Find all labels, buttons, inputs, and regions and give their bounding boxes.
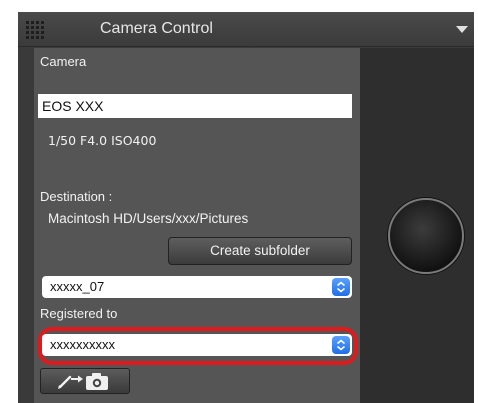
- create-subfolder-button[interactable]: Create subfolder: [168, 237, 352, 265]
- up-down-chevron-icon[interactable]: [332, 278, 350, 296]
- subfolder-select[interactable]: xxxxx_07: [42, 276, 352, 298]
- panel-titlebar[interactable]: Camera Control: [18, 12, 474, 47]
- control-dial[interactable]: [388, 198, 464, 274]
- registered-owner-select[interactable]: xxxxxxxxxx: [42, 334, 352, 356]
- triangle-down-icon[interactable]: [456, 26, 468, 33]
- destination-path: Macintosh HD/Users/xxx/Pictures: [48, 211, 249, 226]
- destination-label: Destination :: [40, 189, 113, 204]
- transfer-to-camera-button[interactable]: [40, 368, 130, 394]
- panel-title: Camera Control: [100, 20, 213, 37]
- camera-label: Camera: [40, 54, 87, 69]
- pen-arrow-camera-icon: [58, 373, 108, 390]
- up-down-chevron-icon[interactable]: [332, 336, 350, 354]
- grip-dots-icon[interactable]: [26, 21, 44, 39]
- camera-name-field: EOS XXX: [38, 94, 352, 118]
- dial-column: [360, 48, 474, 403]
- camera-control-panel: Camera Control Camera EOS XXX 1/50 F4.0 …: [18, 12, 474, 403]
- exposure-settings: 1/50 F4.0 ISO400: [48, 133, 157, 148]
- registered-to-label: Registered to: [40, 306, 118, 321]
- settings-column: Camera EOS XXX 1/50 F4.0 ISO400 Destinat…: [34, 48, 360, 403]
- registered-owner-value: xxxxxxxxxx: [50, 337, 115, 352]
- subfolder-select-value: xxxxx_07: [50, 279, 105, 294]
